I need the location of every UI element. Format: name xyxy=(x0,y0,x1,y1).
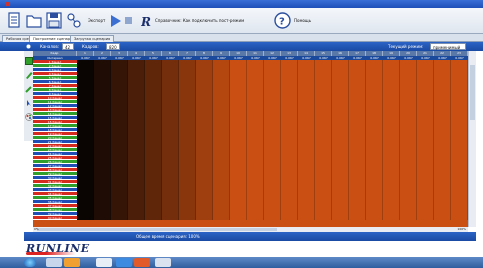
channel-frame-cell[interactable] xyxy=(298,216,315,220)
channel-frame-cell[interactable] xyxy=(349,216,366,220)
app-icon xyxy=(6,2,10,6)
taskbar-media-icon[interactable] xyxy=(134,258,150,267)
channel-frame-cell[interactable] xyxy=(366,216,383,220)
image-icon[interactable] xyxy=(25,57,33,65)
save-icon[interactable] xyxy=(46,12,62,29)
channels-field[interactable]: 42 xyxy=(62,43,74,50)
svg-text:R: R xyxy=(141,15,151,27)
channel-frame-cell[interactable] xyxy=(179,216,196,220)
channel-frame-cell[interactable] xyxy=(383,216,400,220)
taskbar-folder-icon[interactable] xyxy=(64,258,80,267)
channel-frame-cell[interactable] xyxy=(281,216,298,220)
taskbar-runline-icon[interactable] xyxy=(155,258,171,267)
palette-icon[interactable] xyxy=(25,113,33,121)
frames-field[interactable]: 820 xyxy=(106,43,120,50)
channel-frame-cell[interactable] xyxy=(77,216,94,220)
taskbar-app-icon[interactable] xyxy=(96,258,112,267)
channels-label: Каналов: xyxy=(40,44,60,49)
horizontal-scroll-thumb[interactable] xyxy=(37,228,277,231)
grid-body: 1 Канал 2 Канал 3 Канал 4 Канал 5 Канал 6 Кан… xyxy=(33,60,468,227)
vertical-scroll-thumb[interactable] xyxy=(470,65,475,120)
channel-tools-strip xyxy=(24,51,33,141)
mode-label: Текущий режим: xyxy=(388,44,424,49)
frames-label: Кадров: xyxy=(82,44,99,49)
channel-frame-cell[interactable] xyxy=(315,216,332,220)
taskbar-browser-icon[interactable] xyxy=(116,258,132,267)
reference-link[interactable]: Справочник: Как подключить пост-режим xyxy=(155,18,244,23)
info-bar: Каналов: 42 Кадров: 820 Текущий режим: п… xyxy=(0,42,483,51)
new-document-icon[interactable] xyxy=(6,12,22,29)
channel-frame-cell[interactable] xyxy=(332,216,349,220)
system-tray[interactable] xyxy=(411,258,481,267)
tab-strip: Рабочая среда Построение сценария Загруз… xyxy=(0,34,483,42)
vertical-scrollbar[interactable] xyxy=(468,51,476,227)
channel-frame-cell[interactable] xyxy=(111,216,128,220)
footer: RUNLINE xyxy=(0,241,483,257)
channel-frame-cell[interactable] xyxy=(264,216,281,220)
stop-icon[interactable] xyxy=(124,16,133,25)
gear-icon[interactable] xyxy=(26,44,31,49)
scenario-grid[interactable]: Кадр 1 2 3 4 5 6 7 8 9 10 11 12 13 14 15 16 17 18 19 20 21 22… xyxy=(33,51,468,227)
status-bar: Общее время сценария: 100% xyxy=(24,232,476,241)
channel-frame-cell[interactable] xyxy=(94,216,111,220)
channel-frame-cell[interactable] xyxy=(451,216,468,220)
open-folder-icon[interactable] xyxy=(26,12,42,29)
export-label[interactable]: Экспорт xyxy=(88,18,105,23)
left-gutter xyxy=(0,51,24,227)
pencil-icon[interactable] xyxy=(25,71,33,79)
window-titlebar xyxy=(0,0,483,8)
total-time-status: Общее время сценария: 100% xyxy=(136,234,200,239)
help-label[interactable]: Помощь xyxy=(294,18,311,23)
channel-frame-cell[interactable] xyxy=(196,216,213,220)
settings-nodes-icon[interactable] xyxy=(66,12,82,29)
channel-frame-cell[interactable] xyxy=(162,216,179,220)
play-icon[interactable] xyxy=(110,15,122,27)
channel-frame-cell[interactable] xyxy=(128,216,145,220)
tab-load-scenario[interactable]: Загрузка сценария xyxy=(70,35,115,42)
channel-frame-cell[interactable] xyxy=(213,216,230,220)
channel-frame-cell[interactable] xyxy=(247,216,264,220)
cursor-icon[interactable] xyxy=(25,99,33,107)
channel-frame-cell[interactable] xyxy=(400,216,417,220)
taskbar-explorer-icon[interactable] xyxy=(46,258,62,267)
channel-frame-cell[interactable] xyxy=(230,216,247,220)
channel-label[interactable]: 40 Канал xyxy=(33,216,77,220)
brush-icon[interactable] xyxy=(25,85,33,93)
os-taskbar xyxy=(0,257,483,268)
svg-text:?: ? xyxy=(279,17,285,28)
start-button-icon[interactable] xyxy=(24,258,36,267)
mode-select[interactable]: применимый xyxy=(430,43,466,50)
channel-frame-cell[interactable] xyxy=(417,216,434,220)
help-icon[interactable]: ? xyxy=(274,12,291,29)
channel-row[interactable]: 40 Канал xyxy=(33,216,468,220)
runline-r-icon: R xyxy=(141,15,151,27)
logo-swoosh xyxy=(26,252,76,255)
toolbar: Экспорт R Справочник: Как подключить пос… xyxy=(0,8,483,34)
channel-cells xyxy=(77,216,468,220)
channel-frame-cell[interactable] xyxy=(434,216,451,220)
channel-frame-cell[interactable] xyxy=(145,216,162,220)
